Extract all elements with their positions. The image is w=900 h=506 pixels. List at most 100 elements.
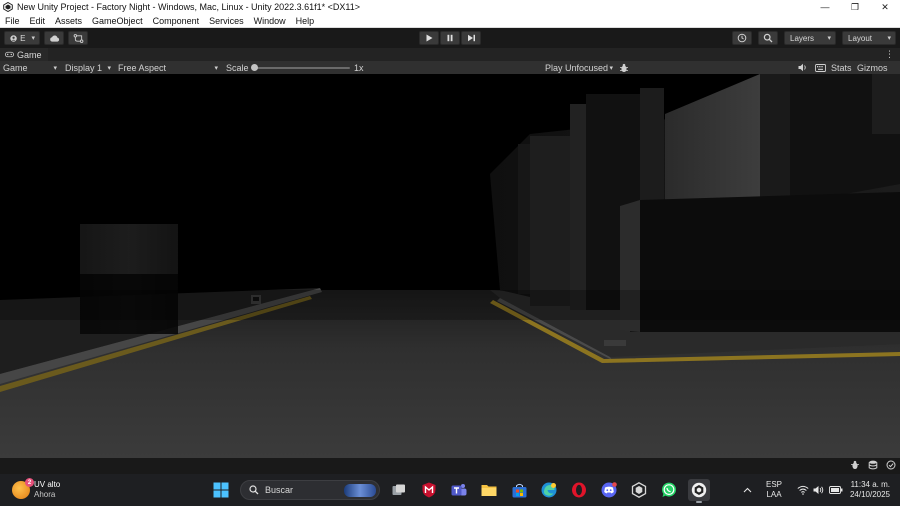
chevron-up-icon bbox=[743, 487, 751, 493]
bug-icon bbox=[620, 63, 628, 72]
aspect-label: Free Aspect bbox=[118, 62, 167, 73]
taskbar-unity-hub[interactable] bbox=[628, 479, 650, 501]
search-icon bbox=[763, 33, 773, 43]
clock-time: 11:34 a. m. bbox=[850, 480, 890, 489]
panel-menu-icon[interactable]: ⋮ bbox=[885, 48, 894, 61]
minimize-button[interactable]: — bbox=[810, 0, 840, 14]
account-dropdown[interactable]: E ▾ bbox=[4, 31, 40, 45]
search-icon bbox=[249, 485, 259, 495]
weather-title: UV alto bbox=[34, 480, 61, 489]
taskbar-opera[interactable] bbox=[568, 479, 590, 501]
taskbar-teams[interactable] bbox=[448, 479, 470, 501]
undo-history-button[interactable] bbox=[732, 31, 752, 45]
check-circle-icon[interactable] bbox=[886, 460, 896, 470]
battery-icon bbox=[829, 486, 843, 494]
clock-date: 24/10/2025 bbox=[849, 490, 890, 499]
menu-window[interactable]: Window bbox=[249, 16, 291, 26]
layout-label: Layout bbox=[848, 33, 873, 43]
tab-game[interactable]: Game bbox=[0, 48, 48, 61]
chevron-down-icon: ▾ bbox=[53, 64, 57, 72]
scale-slider-handle[interactable] bbox=[251, 64, 258, 71]
chevron-down-icon: ▾ bbox=[609, 64, 613, 72]
debug-icon[interactable] bbox=[850, 460, 860, 470]
battery-status[interactable] bbox=[828, 474, 844, 506]
debug-bug-button[interactable] bbox=[619, 61, 629, 74]
teams-icon bbox=[451, 484, 467, 496]
menu-edit[interactable]: Edit bbox=[25, 16, 51, 26]
keyboard-layout: LAA bbox=[766, 490, 782, 499]
taskbar-mcafee[interactable] bbox=[418, 479, 440, 501]
game-scene-render bbox=[0, 74, 900, 458]
play-mode-dropdown[interactable]: Play Unfocused ▾ bbox=[545, 61, 615, 74]
search-button[interactable] bbox=[758, 31, 778, 45]
search-label: Buscar bbox=[265, 485, 294, 495]
weather-subtitle: Ahora bbox=[34, 490, 56, 499]
windows-taskbar: 2 UV alto Ahora Buscar ESP LAA 11:34 a. … bbox=[0, 474, 900, 506]
display-dropdown[interactable]: Display 1 ▾ bbox=[65, 61, 113, 74]
taskbar-discord[interactable] bbox=[598, 479, 620, 501]
menu-component[interactable]: Component bbox=[148, 16, 205, 26]
taskbar-task-view[interactable] bbox=[388, 479, 410, 501]
taskbar-file-explorer[interactable] bbox=[478, 479, 500, 501]
game-view-toolbar: Game ▾ Display 1 ▾ Free Aspect ▾ Scale 1… bbox=[0, 61, 900, 74]
wifi-icon bbox=[797, 485, 809, 495]
taskbar-store[interactable] bbox=[508, 479, 530, 501]
step-button[interactable] bbox=[461, 31, 481, 45]
database-icon[interactable] bbox=[868, 460, 878, 470]
weather-widget[interactable]: 2 UV alto Ahora bbox=[12, 478, 61, 500]
play-mode-label: Play Unfocused bbox=[545, 62, 609, 73]
history-icon bbox=[737, 33, 747, 43]
play-icon bbox=[426, 34, 433, 42]
account-label: E bbox=[20, 33, 26, 43]
speaker-icon bbox=[798, 63, 806, 72]
gamepad-icon bbox=[5, 51, 14, 58]
pause-button[interactable] bbox=[440, 31, 460, 45]
layout-dropdown[interactable]: Layout ▾ bbox=[842, 31, 896, 45]
volume-status[interactable] bbox=[812, 474, 826, 506]
windows-logo-icon bbox=[213, 482, 229, 498]
account-icon bbox=[10, 34, 17, 42]
layers-label: Layers bbox=[790, 33, 815, 43]
opera-icon bbox=[572, 482, 586, 498]
stats-toggle[interactable]: Stats bbox=[831, 61, 852, 74]
menu-gameobject[interactable]: GameObject bbox=[87, 16, 148, 26]
gizmos-toggle[interactable]: Gizmos bbox=[857, 61, 888, 74]
clock[interactable]: 11:34 a. m. 24/10/2025 bbox=[844, 474, 890, 506]
language-code: ESP bbox=[765, 480, 782, 489]
scale-label: Scale bbox=[226, 62, 249, 73]
game-viewport[interactable] bbox=[0, 74, 900, 458]
taskbar-unity-editor[interactable] bbox=[688, 479, 710, 503]
aspect-dropdown[interactable]: Free Aspect ▾ bbox=[118, 61, 220, 74]
scale-slider[interactable] bbox=[254, 67, 350, 69]
taskbar-search[interactable]: Buscar bbox=[240, 480, 380, 500]
store-bag-icon bbox=[512, 483, 526, 497]
menu-help[interactable]: Help bbox=[291, 16, 320, 26]
keyboard-shortcuts-button[interactable] bbox=[815, 61, 826, 74]
audio-mute-button[interactable] bbox=[798, 61, 808, 74]
display-label: Display 1 bbox=[65, 62, 103, 73]
play-button[interactable] bbox=[419, 31, 439, 45]
taskbar-edge[interactable] bbox=[538, 479, 560, 501]
start-button[interactable] bbox=[210, 479, 232, 501]
maximize-button[interactable]: ❐ bbox=[840, 0, 870, 14]
view-mode-dropdown[interactable]: Game ▾ bbox=[3, 61, 59, 74]
unity-logo-icon bbox=[3, 2, 13, 12]
menu-file[interactable]: File bbox=[0, 16, 25, 26]
version-control-button[interactable] bbox=[68, 31, 88, 45]
weather-badge: 2 bbox=[25, 478, 34, 487]
wifi-status[interactable] bbox=[796, 474, 810, 506]
taskbar-whatsapp[interactable] bbox=[658, 479, 680, 501]
layers-dropdown[interactable]: Layers ▾ bbox=[784, 31, 836, 45]
input-language-indicator[interactable]: ESP LAA bbox=[762, 474, 786, 506]
hidden-icons-button[interactable] bbox=[740, 474, 754, 506]
cloud-button[interactable] bbox=[44, 31, 64, 45]
menu-assets[interactable]: Assets bbox=[50, 16, 87, 26]
status-bar bbox=[0, 458, 900, 474]
menu-services[interactable]: Services bbox=[204, 16, 249, 26]
panel-tab-row: Game ⋮ bbox=[0, 48, 900, 61]
window-title: New Unity Project - Factory Night - Wind… bbox=[17, 2, 360, 12]
main-toolbar: E ▾ Layers ▾ Layout ▾ bbox=[0, 28, 900, 48]
tab-game-label: Game bbox=[17, 49, 42, 60]
close-button[interactable]: ✕ bbox=[870, 0, 900, 14]
cloud-icon bbox=[49, 34, 59, 42]
